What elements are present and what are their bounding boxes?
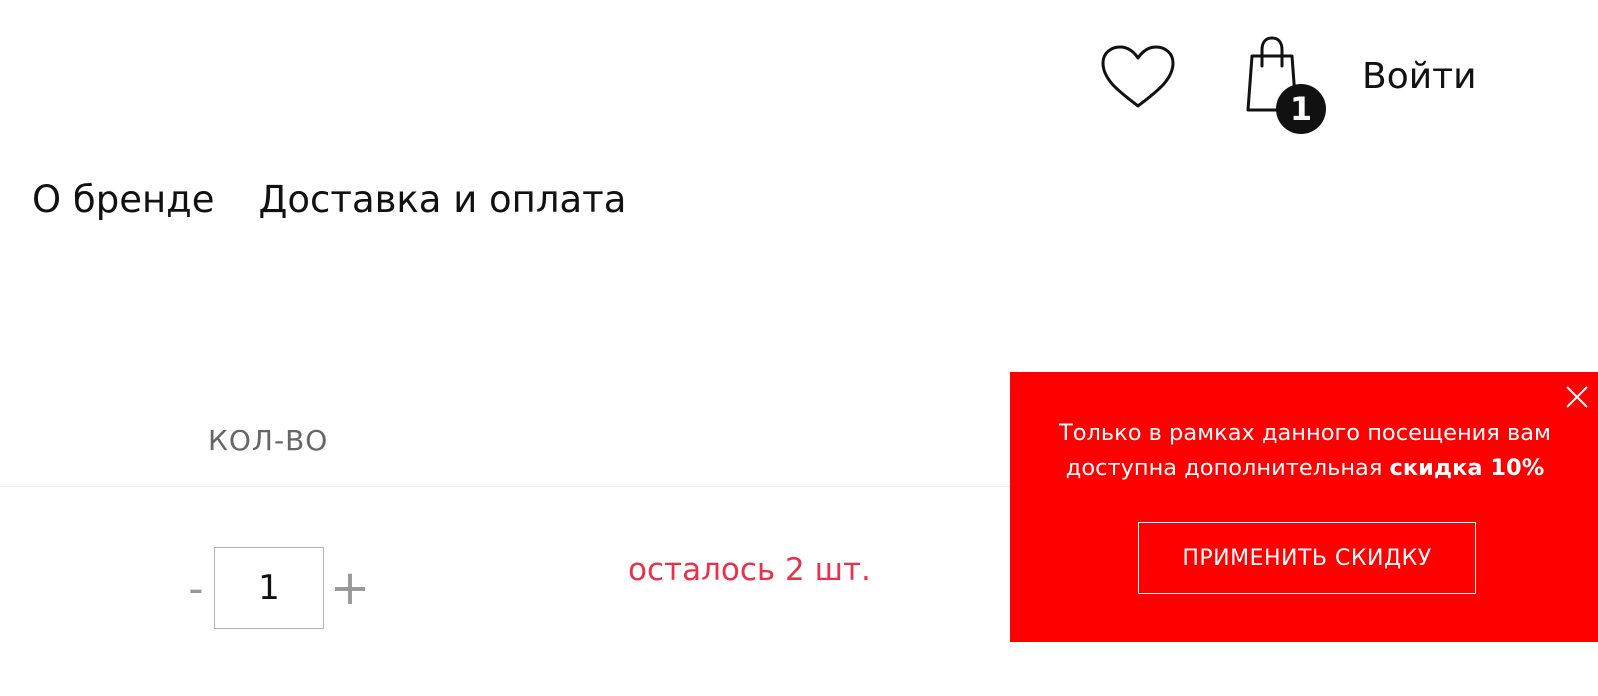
nav-item-about-brand[interactable]: О бренде bbox=[32, 178, 215, 221]
stock-remaining-note: осталось 2 шт. bbox=[628, 552, 871, 588]
discount-popup: Только в рамках данного посещения вам до… bbox=[1010, 372, 1598, 642]
decrease-quantity-button[interactable]: - bbox=[178, 564, 214, 613]
apply-discount-button[interactable]: ПРИМЕНИТЬ СКИДКУ bbox=[1138, 522, 1476, 594]
quantity-stepper: - + bbox=[178, 546, 376, 630]
discount-message: Только в рамках данного посещения вам до… bbox=[1040, 416, 1570, 486]
quantity-input[interactable] bbox=[214, 547, 324, 629]
cart-count-badge: 1 bbox=[1276, 84, 1326, 134]
increase-quantity-button[interactable]: + bbox=[324, 560, 376, 616]
quantity-column-header: КОЛ-ВО bbox=[208, 424, 329, 457]
cart-button[interactable]: 1 bbox=[1232, 34, 1328, 134]
wishlist-button[interactable] bbox=[1100, 44, 1176, 110]
page: 1 Войти О бренде Доставка и оплата КОЛ-В… bbox=[0, 0, 1598, 696]
login-link[interactable]: Войти bbox=[1362, 56, 1477, 97]
heart-icon bbox=[1101, 45, 1175, 108]
main-nav: О бренде Доставка и оплата bbox=[32, 178, 626, 221]
close-icon[interactable] bbox=[1562, 382, 1592, 412]
discount-amount: скидка 10% bbox=[1389, 455, 1545, 481]
table-divider bbox=[0, 486, 1010, 487]
nav-item-delivery-payment[interactable]: Доставка и оплата bbox=[259, 178, 627, 221]
